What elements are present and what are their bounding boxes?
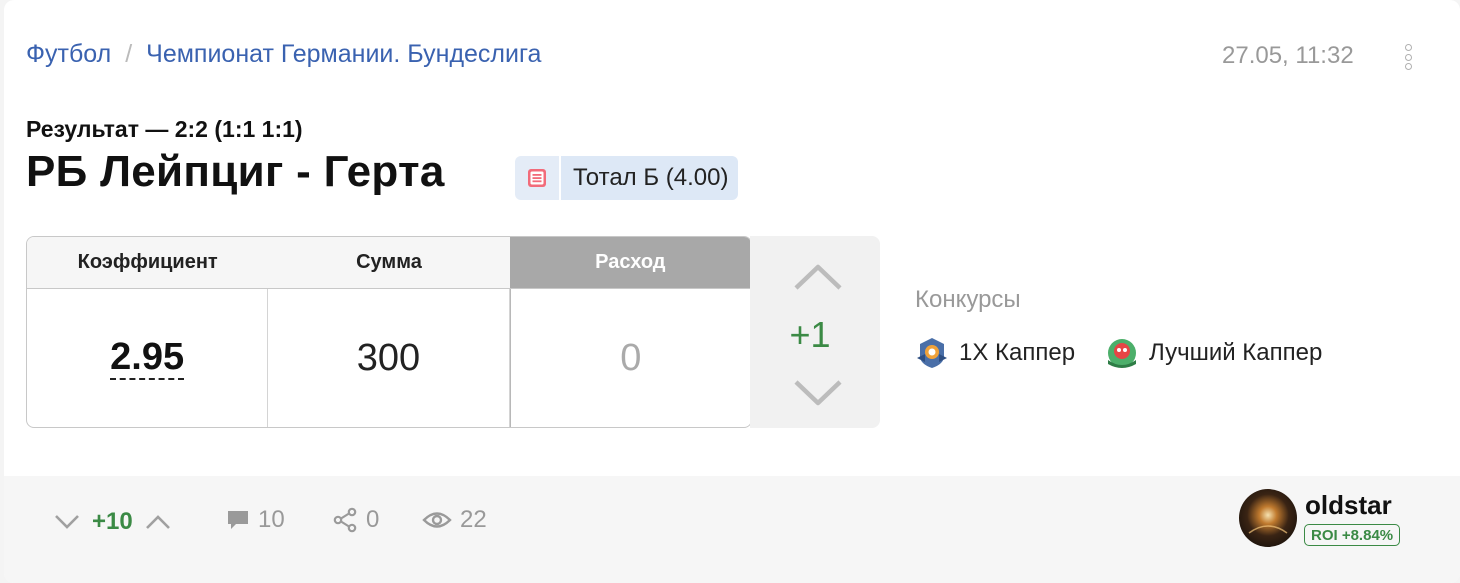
author-username[interactable]: oldstar [1305, 490, 1392, 521]
match-title: РБ Лейпциг - Герта [26, 147, 445, 196]
downvote-chevron-icon[interactable] [793, 378, 843, 413]
stake-table-header: Коэффициент Сумма Расход [27, 237, 751, 289]
cell-amount: 300 [268, 289, 510, 427]
shares-stat[interactable]: 0 [332, 506, 379, 534]
upvote-icon[interactable] [145, 513, 171, 531]
contests-list: 1X Каппер Лучший Каппер [915, 336, 1352, 370]
contest-label: 1X Каппер [959, 339, 1076, 366]
stake-table-values: 2.95 300 0 [27, 289, 751, 427]
breadcrumb-separator: / [125, 40, 133, 68]
post-datetime: 27.05, 11:32 [1222, 42, 1354, 69]
vote-control: +10 [54, 508, 171, 536]
views-stat: 22 [422, 506, 487, 534]
more-options-icon[interactable] [1398, 42, 1418, 72]
contest-1x-capper[interactable]: 1X Каппер [915, 336, 1075, 370]
stake-table: Коэффициент Сумма Расход 2.95 300 0 [26, 236, 752, 428]
breadcrumb-league[interactable]: Чемпионат Германии. Бундеслига [146, 40, 541, 69]
eye-icon [422, 512, 452, 528]
upvote-chevron-icon[interactable] [793, 262, 843, 297]
comments-count: 10 [258, 506, 285, 533]
breadcrumb-sport[interactable]: Футбол [26, 40, 111, 69]
vote-count: +10 [92, 508, 133, 535]
1x-capper-badge-icon [917, 338, 947, 368]
header-expense: Расход [509, 237, 751, 288]
header-amount: Сумма [268, 237, 510, 288]
comments-stat[interactable]: 10 [226, 506, 285, 534]
amount-value: 300 [356, 336, 421, 379]
rating-box: +1 [750, 236, 880, 428]
bet-type-tag: Тотал Б (4.00) [515, 156, 739, 200]
card-footer: +10 10 0 22 oldstar ROI +8.84% [4, 476, 1460, 583]
expense-value: 0 [620, 336, 642, 379]
contests-title: Конкурсы [915, 286, 1021, 313]
best-capper-badge-icon [1108, 339, 1137, 368]
avatar[interactable] [1239, 489, 1297, 547]
list-icon [515, 156, 561, 200]
bet-type-label: Тотал Б (4.00) [561, 156, 739, 200]
share-icon [333, 507, 357, 533]
cell-expense: 0 [509, 289, 751, 427]
downvote-icon[interactable] [54, 513, 80, 531]
roi-badge: ROI +8.84% [1304, 524, 1401, 546]
shares-count: 0 [366, 506, 380, 533]
contest-best-capper[interactable]: Лучший Каппер [1105, 336, 1322, 370]
coefficient-value[interactable]: 2.95 [110, 336, 185, 380]
comment-icon [228, 511, 248, 529]
breadcrumb: Футбол / Чемпионат Германии. Бундеслига [26, 40, 541, 69]
match-result: Результат — 2:2 (1:1 1:1) [26, 116, 303, 142]
views-count: 22 [460, 506, 487, 533]
contest-label: Лучший Каппер [1149, 339, 1323, 366]
rating-score: +1 [789, 314, 831, 355]
cell-coefficient: 2.95 [27, 289, 269, 427]
header-coefficient: Коэффициент [27, 237, 269, 288]
bet-card: Футбол / Чемпионат Германии. Бундеслига … [4, 0, 1460, 583]
